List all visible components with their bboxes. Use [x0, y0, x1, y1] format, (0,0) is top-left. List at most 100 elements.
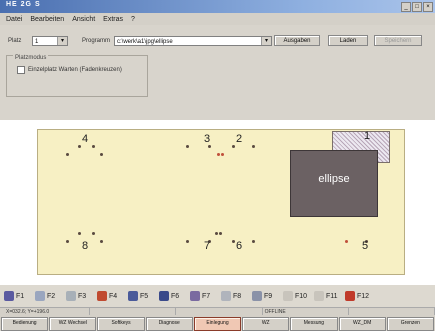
dot: [92, 232, 95, 235]
dot: [66, 153, 69, 156]
group-label: Platzmodus: [13, 55, 49, 61]
minimize-button[interactable]: _: [401, 2, 411, 12]
menu-help[interactable]: ?: [131, 16, 135, 23]
dot: [252, 240, 255, 243]
station-number-8: 8: [82, 240, 89, 252]
status-cell: [176, 308, 263, 315]
tab-wz[interactable]: WZ: [242, 317, 290, 331]
document-icon: [35, 291, 45, 301]
f12-key[interactable]: F12: [341, 291, 372, 301]
f8-key[interactable]: F8: [217, 291, 248, 301]
f2-key[interactable]: F2: [31, 291, 62, 301]
network-icon: [66, 291, 76, 301]
fkey-label: F1: [16, 292, 25, 300]
ausgaben-button[interactable]: Ausgaben: [274, 35, 320, 46]
platz-label: Platz: [8, 38, 22, 44]
arrow-up-icon: [345, 291, 355, 301]
platz-select[interactable]: 1 ▾: [32, 36, 68, 46]
dot: [100, 240, 103, 243]
tab-messung[interactable]: Messung: [290, 317, 338, 331]
chevron-down-icon[interactable]: ▾: [57, 37, 67, 45]
f11-key[interactable]: F11: [310, 291, 341, 301]
application-window: HE 2G S _ □ × Datei Bearbeiten Ansicht E…: [0, 0, 435, 331]
dot: [232, 145, 235, 148]
pen-icon: [190, 291, 200, 301]
dot: [252, 145, 255, 148]
dot: [100, 153, 103, 156]
f1-key[interactable]: F1: [0, 291, 31, 301]
f5-key[interactable]: F5: [124, 291, 155, 301]
dot: [219, 232, 222, 235]
tab-grenzen[interactable]: Grenzen: [386, 317, 434, 331]
speichern-button[interactable]: Speichern: [374, 35, 422, 46]
f9-key[interactable]: F9: [248, 291, 279, 301]
platzmodus-group: Platzmodus Einzelplatz Warten (Fadenkreu…: [6, 55, 148, 97]
dot: [221, 153, 224, 156]
page-icon: [128, 291, 138, 301]
tab-einlegung[interactable]: Einlegung: [193, 317, 242, 331]
fkey-label: F12: [357, 292, 370, 300]
dot: [66, 240, 69, 243]
grid-icon: [97, 291, 107, 301]
station-number-6: 6: [236, 240, 243, 252]
fkey-label: F7: [202, 292, 211, 300]
programm-value: c:\werk\a1\jpg\ellipse: [117, 39, 173, 45]
dot: [345, 240, 348, 243]
close-button[interactable]: ×: [423, 2, 433, 12]
tab-wz-dm[interactable]: WZ_DM: [338, 317, 386, 331]
checkbox-box[interactable]: [17, 66, 25, 74]
magnifier-icon: [252, 291, 262, 301]
laden-button[interactable]: Laden: [328, 35, 368, 46]
fkey-label: F11: [326, 292, 338, 300]
dot: [186, 145, 189, 148]
toolbar: Platz 1 ▾ Programm c:\werk\a1\jpg\ellips…: [0, 25, 435, 120]
fkey-label: F5: [140, 292, 149, 300]
fkey-label: F6: [171, 292, 180, 300]
maximize-button[interactable]: □: [412, 2, 422, 12]
tab-wz-wechsel[interactable]: WZ Wechsel: [49, 317, 97, 331]
tab-softkeys[interactable]: Softkeys: [97, 317, 145, 331]
dot: [217, 153, 220, 156]
fkey-label: F10: [295, 292, 308, 300]
station-number-4: 4: [82, 133, 89, 145]
mode-tab-bar: Bedienung WZ Wechsel Softkeys Diagnose E…: [0, 315, 435, 331]
status-cell: [349, 308, 435, 315]
dot: [208, 145, 211, 148]
table-icon: [159, 291, 169, 301]
station-number-3: 3: [204, 133, 211, 145]
status-bar: X=032.6; Y=+196.0 OFFLINE: [0, 307, 435, 315]
station-number-2: 2: [236, 133, 243, 145]
programm-select[interactable]: c:\werk\a1\jpg\ellipse ▾: [114, 36, 272, 46]
chevron-down-icon[interactable]: ▾: [261, 37, 271, 45]
f10-key[interactable]: F10: [279, 291, 310, 301]
dot: [78, 232, 81, 235]
menu-datei[interactable]: Datei: [6, 16, 22, 23]
menu-bearbeiten[interactable]: Bearbeiten: [30, 16, 64, 23]
status-coordinates: X=032.6; Y=+196.0: [4, 308, 91, 315]
station-number-5: 5: [362, 240, 369, 252]
ellipse-shape[interactable]: ellipse: [290, 150, 378, 217]
platz-value: 1: [35, 39, 39, 45]
menu-ansicht[interactable]: Ansicht: [72, 16, 95, 23]
f6-key[interactable]: F6: [155, 291, 186, 301]
fkey-label: F9: [264, 292, 273, 300]
fkey-label: F8: [233, 292, 242, 300]
menu-extras[interactable]: Extras: [103, 16, 123, 23]
dot: [92, 145, 95, 148]
function-key-bar: F1 F2 F3 F4 F5 F6 F7 F8 F9 F10 F11 F12: [0, 285, 435, 307]
dot: [232, 240, 235, 243]
f4-key[interactable]: F4: [93, 291, 124, 301]
window-controls: _ □ ×: [401, 2, 433, 12]
blank-icon: [283, 291, 293, 301]
stack-icon: [221, 291, 231, 301]
tab-bedienung[interactable]: Bedienung: [1, 317, 49, 331]
f3-key[interactable]: F3: [62, 291, 93, 301]
tab-diagnose[interactable]: Diagnose: [145, 317, 193, 331]
dot: [215, 232, 218, 235]
status-mode: OFFLINE: [263, 308, 349, 315]
station-number-1: 1: [364, 130, 371, 142]
einzelplatz-checkbox[interactable]: Einzelplatz Warten (Fadenkreuzen): [17, 66, 122, 74]
programm-label: Programm: [82, 38, 111, 44]
f7-key[interactable]: F7: [186, 291, 217, 301]
fkey-label: F2: [47, 292, 56, 300]
